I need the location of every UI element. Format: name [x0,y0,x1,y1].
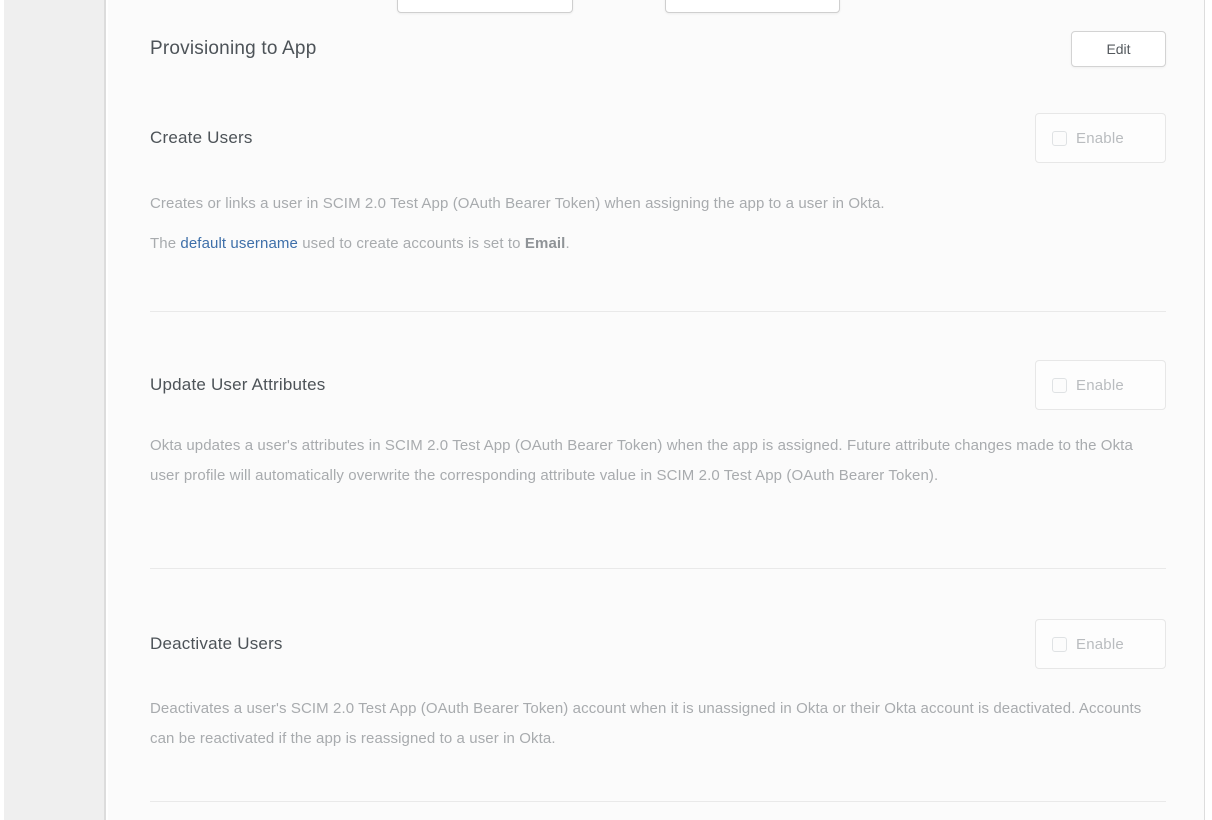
default-username-link[interactable]: default username [180,235,298,252]
section-title-update-user-attributes: Update User Attributes [150,375,325,395]
section-title-deactivate-users: Deactivate Users [150,634,283,654]
enable-deactivate-users-button[interactable]: Enable [1035,619,1166,669]
enable-create-users-button[interactable]: Enable [1035,113,1166,163]
enable-label: Enable [1076,130,1124,147]
section-deactivate-users: Deactivate Users Enable [150,619,1166,669]
left-nav-sidebar [4,0,106,820]
section-divider [150,311,1166,312]
note-email-value: Email [525,235,566,252]
note-prefix: The [150,235,180,252]
enable-deactivate-users-checkbox[interactable] [1052,637,1067,652]
create-users-username-note: The default username used to create acco… [150,229,1166,259]
deactivate-users-description: Deactivates a user's SCIM 2.0 Test App (… [150,694,1166,754]
provisioning-settings-panel: Provisioning to App Edit Create Users En… [108,0,1205,820]
edit-button[interactable]: Edit [1071,31,1166,67]
enable-label: Enable [1076,377,1124,394]
enable-update-attributes-checkbox[interactable] [1052,378,1067,393]
provisioning-header: Provisioning to App Edit [150,30,1166,68]
enable-create-users-checkbox[interactable] [1052,131,1067,146]
section-create-users: Create Users Enable [150,113,1166,163]
enable-label: Enable [1076,636,1124,653]
cropped-input-right[interactable] [665,0,840,13]
section-divider [150,568,1166,569]
cropped-input-left[interactable] [397,0,573,13]
section-update-user-attributes: Update User Attributes Enable [150,360,1166,410]
note-middle: used to create accounts is set to [298,235,525,252]
create-users-description: Creates or links a user in SCIM 2.0 Test… [150,189,1166,219]
update-attributes-description: Okta updates a user's attributes in SCIM… [150,431,1166,491]
section-divider [150,801,1166,802]
page-title: Provisioning to App [150,38,316,60]
note-suffix: . [565,235,569,252]
enable-update-attributes-button[interactable]: Enable [1035,360,1166,410]
section-title-create-users: Create Users [150,128,253,148]
